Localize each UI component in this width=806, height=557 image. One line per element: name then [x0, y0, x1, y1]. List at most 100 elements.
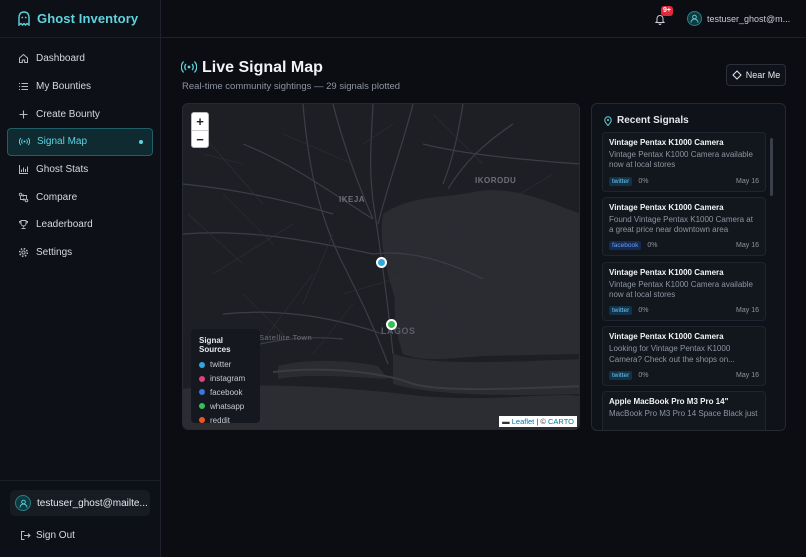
trophy-icon [18, 219, 29, 230]
plus-icon [18, 109, 29, 120]
signal-description: MacBook Pro M3 Pro 14 Space Black just [609, 409, 758, 419]
topbar-user-menu[interactable]: testuser_ghost@m... [687, 11, 790, 26]
sidebar-item-label: Leaderboard [36, 219, 93, 231]
recent-signals-title: Recent Signals [603, 115, 689, 126]
map-legend: Signal Sources twitter instagram faceboo… [191, 329, 260, 425]
sidebar-item-label: Create Bounty [36, 108, 100, 120]
sidebar-item-compare[interactable]: Compare [7, 183, 153, 211]
sidebar-item-label: My Bounties [36, 80, 92, 92]
signal-title: Vintage Pentax K1000 Camera [609, 138, 724, 147]
brand[interactable]: Ghost Inventory [0, 0, 160, 38]
sidebar-user-card[interactable]: testuser_ghost@mailte... [10, 490, 150, 516]
radio-signal-icon [181, 60, 197, 76]
source-tag: twitter [609, 306, 633, 316]
map-label-ikeja: IKEJA [339, 195, 366, 204]
app-root: Ghost Inventory Dashboard My Bounties Cr… [0, 0, 806, 557]
legend-label: twitter [210, 360, 232, 370]
sidebar-item-create-bounty[interactable]: Create Bounty [7, 100, 153, 128]
near-me-label: Near Me [745, 70, 781, 80]
source-tag: twitter [609, 176, 633, 186]
active-indicator-dot [139, 139, 143, 144]
map-pin-icon [603, 115, 613, 126]
sidebar-item-signal-map[interactable]: Signal Map [7, 128, 153, 156]
signal-date: May 16 [736, 371, 759, 379]
sidebar-item-leaderboard[interactable]: Leaderboard [7, 211, 153, 239]
legend-title: Signal Sources [199, 336, 231, 354]
signal-map[interactable]: + − IKORODU IKEJA LAGOS Satellite Town S… [182, 103, 580, 430]
signal-meta: twitter 0% May 16 [609, 370, 759, 380]
sidebar-item-label: Dashboard [36, 53, 85, 65]
scrollbar[interactable] [770, 138, 773, 196]
map-marker-twitter[interactable] [376, 257, 387, 268]
signal-confidence: 0% [638, 307, 649, 315]
legend-item: instagram [199, 372, 252, 386]
attribution-separator: | © [534, 417, 549, 426]
sidebar-item-settings[interactable]: Settings [7, 239, 153, 267]
signal-meta: twitter 0% May 16 [609, 306, 759, 316]
signal-card[interactable]: Apple MacBook Pro M3 Pro 14" MacBook Pro… [602, 391, 766, 430]
page-title: Live Signal Map [181, 59, 323, 77]
avatar [15, 495, 31, 511]
legend-item: reddit [199, 413, 252, 427]
sidebar-nav: Dashboard My Bounties Create Bounty Sign… [7, 45, 153, 267]
list-icon [18, 81, 29, 92]
legend-swatch [199, 361, 205, 368]
near-me-button[interactable]: Near Me [726, 64, 786, 86]
legend-item: facebook [199, 386, 252, 400]
signal-description: Looking for Vintage Pentax K1000 Camera?… [609, 344, 735, 364]
legend-label: instagram [210, 374, 246, 384]
topbar: 9+ testuser_ghost@m... [161, 0, 806, 38]
signal-title: Vintage Pentax K1000 Camera [609, 267, 724, 277]
source-tag: twitter [609, 370, 633, 380]
sign-out-button[interactable]: Sign Out [20, 530, 160, 541]
signal-card[interactable]: Vintage Pentax K1000 Camera Vintage Pent… [602, 261, 766, 322]
signal-description: Vintage Pentax K1000 Camera available no… [609, 279, 753, 299]
signal-card[interactable]: Vintage Pentax K1000 Camera Looking for … [602, 326, 766, 386]
sidebar-item-my-bounties[interactable]: My Bounties [7, 73, 153, 101]
zoom-out-button[interactable]: − [192, 130, 208, 147]
app-name: Ghost Inventory [37, 11, 139, 26]
sidebar-user-email: testuser_ghost@mailte... [37, 497, 148, 509]
legend-label: whatsapp [210, 401, 245, 411]
signal-card[interactable]: Vintage Pentax K1000 Camera Found Vintag… [602, 196, 766, 257]
signal-description: Found Vintage Pentax K1000 Camera at a g… [609, 214, 753, 235]
user-icon [690, 14, 699, 23]
sign-out-label: Sign Out [36, 530, 75, 541]
sidebar-item-dashboard[interactable]: Dashboard [7, 45, 153, 73]
map-marker-whatsapp[interactable] [386, 319, 397, 330]
sidebar-item-label: Compare [36, 191, 78, 203]
legend-item: twitter [199, 358, 252, 372]
main-content: Live Signal Map Real-time community sigh… [161, 38, 806, 557]
legend-label: facebook [210, 387, 243, 397]
signal-date: May 16 [736, 242, 759, 250]
zoom-in-button[interactable]: + [192, 113, 208, 130]
legend-label: reddit [210, 415, 231, 425]
logout-icon [20, 530, 31, 541]
sidebar-item-label: Signal Map [37, 136, 88, 148]
compare-arrows-icon [18, 192, 29, 203]
locate-icon [732, 70, 742, 80]
sidebar-item-ghost-stats[interactable]: Ghost Stats [7, 156, 153, 184]
leaflet-link[interactable]: Leaflet [512, 417, 535, 426]
notification-badge: 9+ [661, 6, 673, 16]
avatar [687, 11, 702, 26]
bar-chart-icon [18, 164, 29, 175]
legend-swatch [199, 389, 205, 396]
recent-signals-title-text: Recent Signals [617, 115, 689, 126]
sidebar-item-label: Settings [36, 247, 73, 259]
signal-date: May 16 [736, 307, 759, 315]
signal-meta: twitter 0% May 16 [609, 176, 759, 186]
signal-title: Apple MacBook Pro M3 Pro 14" [609, 397, 729, 407]
recent-signals-panel: Recent Signals Vintage Pentax K1000 Came… [591, 103, 786, 431]
signal-meta: facebook 0% May 16 [609, 241, 759, 251]
signal-card[interactable]: Vintage Pentax K1000 Camera Vintage Pent… [602, 132, 766, 192]
signal-confidence: 0% [647, 242, 658, 250]
page-subtitle: Real-time community sightings — 29 signa… [182, 81, 401, 92]
legend-swatch [199, 417, 205, 424]
signal-title: Vintage Pentax K1000 Camera [609, 332, 724, 342]
flag-icon: ▬ [502, 417, 510, 426]
user-icon [19, 499, 27, 508]
carto-link[interactable]: CARTO [548, 417, 574, 426]
signal-confidence: 0% [638, 371, 649, 379]
map-attribution: ▬ Leaflet | © CARTO [499, 416, 577, 427]
